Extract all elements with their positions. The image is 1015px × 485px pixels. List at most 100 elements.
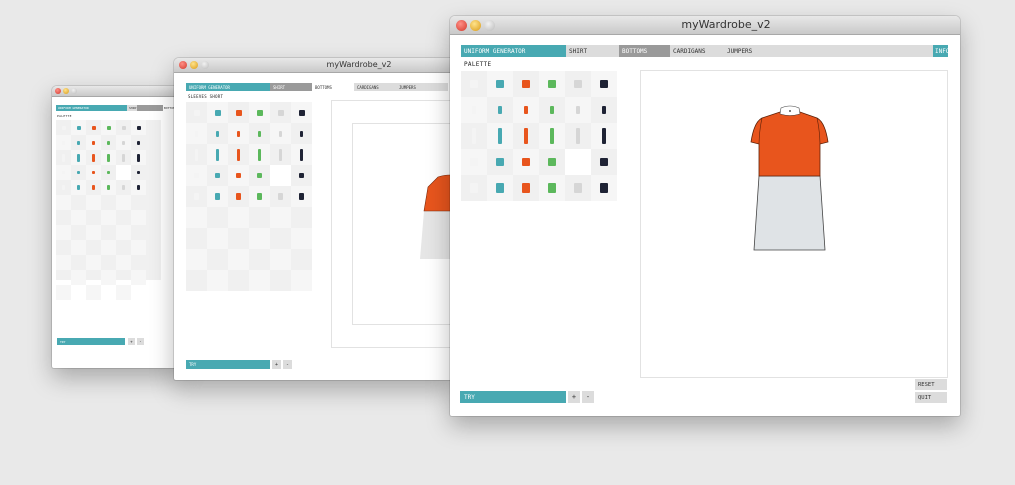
palette-cell[interactable] <box>101 135 116 150</box>
palette-cell[interactable] <box>591 123 617 149</box>
tab-cardigans[interactable]: CARDIGANS <box>354 83 396 91</box>
palette-cell[interactable] <box>591 71 617 97</box>
tab-bottoms[interactable] <box>137 105 163 111</box>
palette-cell[interactable] <box>71 135 86 150</box>
palette-cell[interactable] <box>71 165 86 180</box>
quit-button[interactable]: QUIT <box>915 392 947 403</box>
palette-cell[interactable] <box>86 135 101 150</box>
zoom-window-button[interactable] <box>71 88 77 94</box>
palette-cell[interactable] <box>71 255 86 270</box>
reset-button[interactable]: RESET <box>915 379 947 390</box>
palette-cell[interactable] <box>101 195 116 210</box>
palette-cell[interactable] <box>56 135 71 150</box>
palette-cell[interactable] <box>513 149 539 175</box>
palette-cell[interactable] <box>116 285 131 300</box>
palette-cell[interactable] <box>207 123 228 144</box>
palette-cell[interactable] <box>131 255 146 270</box>
palette-cell[interactable] <box>539 71 565 97</box>
palette-cell[interactable] <box>291 270 312 291</box>
palette-cell[interactable] <box>291 228 312 249</box>
palette-cell[interactable] <box>228 102 249 123</box>
palette-cell[interactable] <box>131 240 146 255</box>
palette-cell[interactable] <box>131 120 146 135</box>
palette-cell[interactable] <box>291 123 312 144</box>
palette-cell[interactable] <box>116 195 131 210</box>
palette-cell[interactable] <box>56 165 71 180</box>
palette-cell[interactable] <box>131 180 146 195</box>
palette-cell[interactable] <box>131 135 146 150</box>
palette-cell[interactable] <box>56 255 71 270</box>
tab-bottoms[interactable]: BOTTOMS <box>619 45 670 57</box>
palette-cell[interactable] <box>270 165 291 186</box>
palette-cell[interactable] <box>186 207 207 228</box>
palette-cell[interactable] <box>131 225 146 240</box>
palette-cell[interactable] <box>291 165 312 186</box>
palette-cell[interactable] <box>513 97 539 123</box>
palette-cell[interactable] <box>71 225 86 240</box>
palette-cell[interactable] <box>131 195 146 210</box>
tab-cardigans[interactable]: CARDIGANS <box>670 45 724 57</box>
palette-cell[interactable] <box>116 225 131 240</box>
palette-cell[interactable] <box>207 102 228 123</box>
palette-cell[interactable] <box>56 285 71 300</box>
tab-uniform-generator[interactable]: UNIFORM GENERATOR <box>461 45 566 57</box>
palette-cell[interactable] <box>291 249 312 270</box>
tab-jumpers[interactable]: JUMPERS <box>396 83 448 91</box>
palette-cell[interactable] <box>56 270 71 285</box>
palette-cell[interactable] <box>101 285 116 300</box>
palette-cell[interactable] <box>513 123 539 149</box>
palette-cell[interactable] <box>539 123 565 149</box>
palette-cell[interactable] <box>71 195 86 210</box>
palette-cell[interactable] <box>270 249 291 270</box>
palette-cell[interactable] <box>86 120 101 135</box>
palette-cell[interactable] <box>513 71 539 97</box>
try-button[interactable]: TRY <box>460 391 566 403</box>
palette-cell[interactable] <box>270 123 291 144</box>
add-button[interactable]: + <box>272 360 281 369</box>
palette-cell[interactable] <box>116 255 131 270</box>
palette-cell[interactable] <box>249 207 270 228</box>
palette-cell[interactable] <box>539 149 565 175</box>
palette-cell[interactable] <box>116 270 131 285</box>
tab-shirt[interactable]: SHIRT <box>270 83 312 91</box>
palette-cell[interactable] <box>71 150 86 165</box>
palette-cell[interactable] <box>186 165 207 186</box>
tab-info[interactable]: INFO <box>933 45 948 57</box>
palette-cell[interactable] <box>131 210 146 225</box>
palette-cell[interactable] <box>228 144 249 165</box>
palette-cell[interactable] <box>86 165 101 180</box>
palette-cell[interactable] <box>270 270 291 291</box>
palette-cell[interactable] <box>565 71 591 97</box>
palette-cell[interactable] <box>86 285 101 300</box>
palette-cell[interactable] <box>249 144 270 165</box>
tab-shirt[interactable]: SHIRT <box>127 105 137 111</box>
palette-cell[interactable] <box>56 120 71 135</box>
palette-cell[interactable] <box>86 180 101 195</box>
palette-cell[interactable] <box>461 97 487 123</box>
palette-cell[interactable] <box>101 270 116 285</box>
palette-cell[interactable] <box>249 102 270 123</box>
palette-cell[interactable] <box>207 186 228 207</box>
palette-cell[interactable] <box>539 97 565 123</box>
palette-cell[interactable] <box>186 102 207 123</box>
tab-uniform-generator[interactable]: UNIFORM GENERATOR <box>56 105 127 111</box>
palette-cell[interactable] <box>461 149 487 175</box>
close-window-button[interactable] <box>55 88 61 94</box>
palette-cell[interactable] <box>228 123 249 144</box>
palette-cell[interactable] <box>101 255 116 270</box>
remove-button[interactable]: - <box>137 338 144 345</box>
tab-bottoms[interactable]: BOTTOMS <box>312 83 354 91</box>
palette-cell[interactable] <box>461 123 487 149</box>
palette-cell[interactable] <box>71 240 86 255</box>
palette-cell[interactable] <box>461 71 487 97</box>
add-button[interactable]: + <box>568 391 580 403</box>
palette-cell[interactable] <box>270 207 291 228</box>
palette-cell[interactable] <box>71 210 86 225</box>
palette-cell[interactable] <box>186 123 207 144</box>
palette-cell[interactable] <box>228 249 249 270</box>
palette-cell[interactable] <box>513 175 539 201</box>
palette-cell[interactable] <box>86 210 101 225</box>
palette-cell[interactable] <box>101 225 116 240</box>
palette-cell[interactable] <box>101 165 116 180</box>
palette-cell[interactable] <box>487 149 513 175</box>
